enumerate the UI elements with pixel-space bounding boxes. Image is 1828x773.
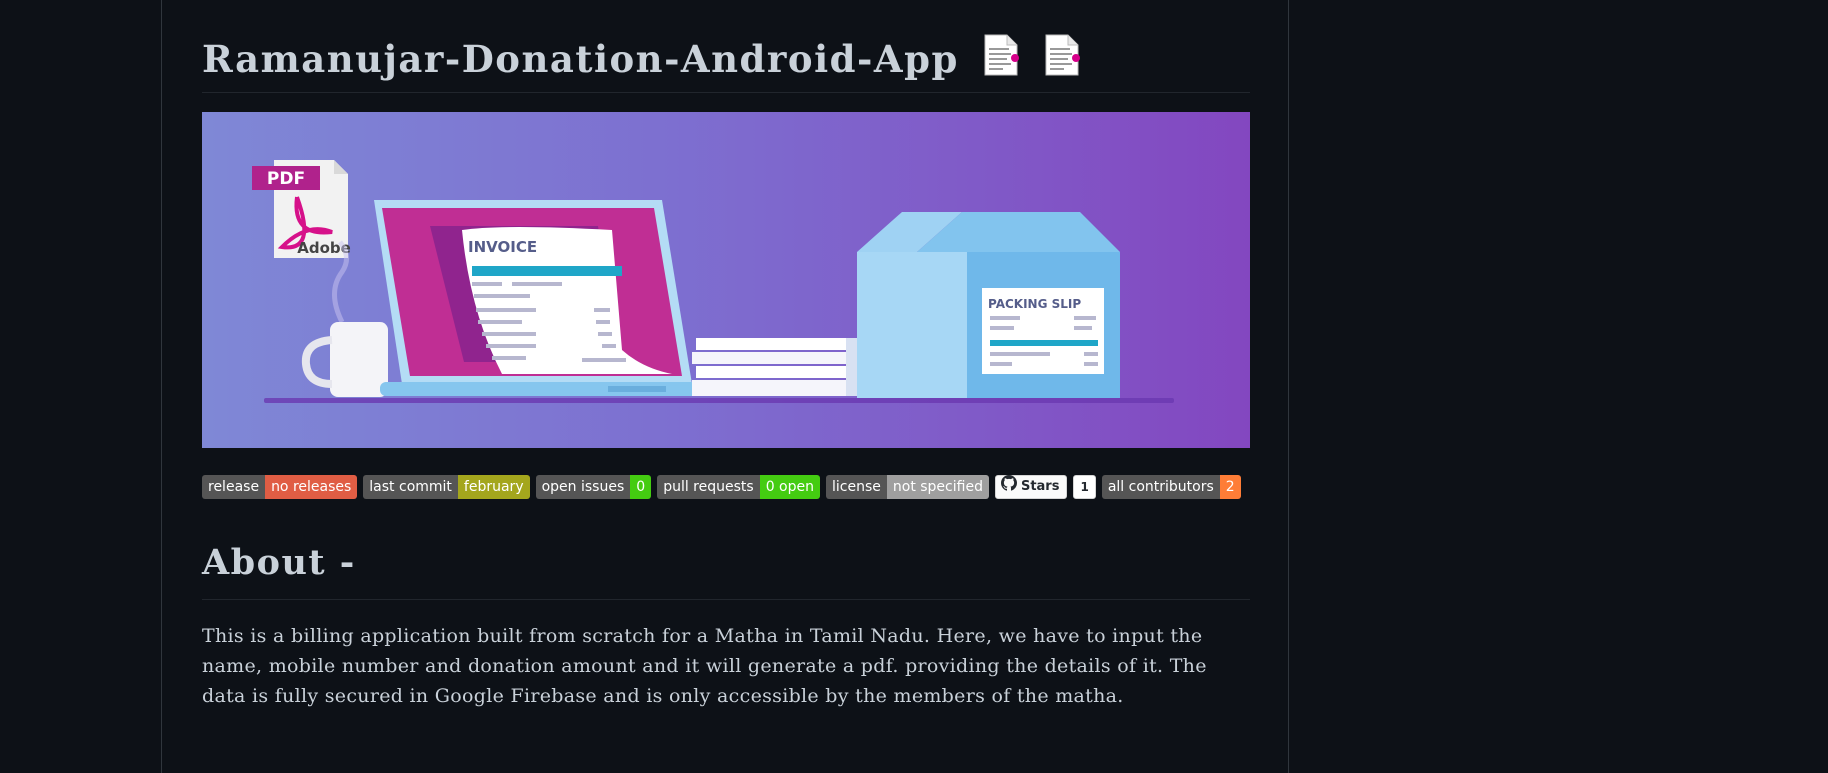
badge-open-issues[interactable]: open issues 0 [535,475,652,499]
svg-text:INVOICE: INVOICE [468,238,537,256]
repo-title: Ramanujar-Donation-Android-App [202,30,1250,93]
banner-image: PDF Adobe INVOICE PACKING SLIP [202,112,1250,448]
badge-license[interactable]: license not specified [826,475,989,499]
desk-line [264,398,1174,403]
mug [301,322,388,397]
badge-row: release no releases last commit february o… [202,474,1241,500]
document-icon [983,34,1020,92]
repo-title-text: Ramanujar-Donation-Android-App [202,37,959,81]
document-icon [1044,34,1080,92]
laptop: INVOICE [374,200,750,396]
about-heading: About - [202,537,1250,600]
badge-stars[interactable]: Stars 1 [994,474,1096,500]
badge-all-contributors[interactable]: all contributors 2 [1101,475,1241,499]
svg-text:PACKING SLIP: PACKING SLIP [988,297,1081,311]
packing-box: PACKING SLIP [857,212,1120,398]
svg-text:PDF: PDF [267,169,305,189]
pdf-file-icon: PDF Adobe [252,160,351,258]
badge-pull-requests[interactable]: pull requests 0 open [657,475,820,499]
badge-release[interactable]: release no releases [202,475,358,499]
github-icon [1000,474,1017,500]
stars-label: Stars [994,474,1068,500]
about-text: This is a billing application built from… [202,625,1207,707]
badge-last-commit[interactable]: last commit february [363,475,530,499]
stars-count: 1 [1073,475,1096,499]
